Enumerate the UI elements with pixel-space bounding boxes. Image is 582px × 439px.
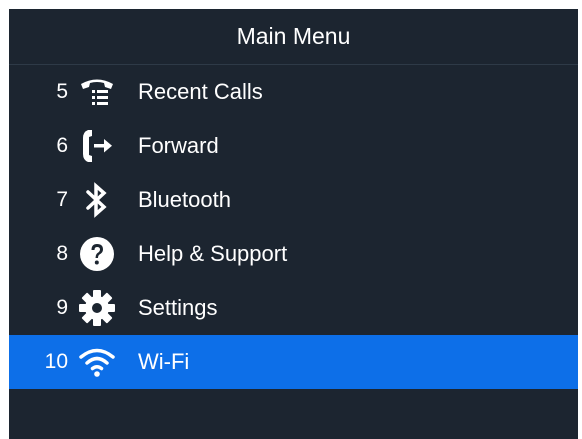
main-menu-list: 5 Recent Calls 6 Forward 7 Bluetooth 8 H…	[9, 65, 578, 389]
menu-item-number: 8	[56, 242, 68, 265]
menu-item-forward[interactable]: 6 Forward	[9, 119, 578, 173]
menu-item-label: Recent Calls	[138, 79, 263, 104]
menu-item-number: 5	[56, 80, 68, 103]
menu-item-number: 9	[56, 296, 68, 319]
menu-item-label: Settings	[138, 295, 218, 320]
recent-calls-icon	[78, 73, 116, 111]
menu-item-wifi[interactable]: 10 Wi-Fi	[9, 335, 578, 389]
menu-item-help-support[interactable]: 8 Help & Support	[9, 227, 578, 281]
menu-item-label: Bluetooth	[138, 187, 231, 212]
gear-icon	[78, 289, 116, 327]
menu-item-label: Forward	[138, 133, 219, 158]
page-title: Main Menu	[9, 9, 578, 65]
menu-item-label: Wi-Fi	[138, 349, 190, 374]
menu-item-number: 6	[56, 134, 68, 157]
menu-item-settings[interactable]: 9 Settings	[9, 281, 578, 335]
help-icon	[78, 235, 116, 273]
wifi-icon	[78, 343, 116, 381]
menu-item-number: 10	[44, 350, 68, 373]
menu-item-bluetooth[interactable]: 7 Bluetooth	[9, 173, 578, 227]
bluetooth-icon	[78, 181, 116, 219]
menu-item-number: 7	[56, 188, 68, 211]
phone-screen: Main Menu 5 Recent Calls 6 Forward 7 Blu…	[9, 9, 578, 439]
forward-icon	[78, 127, 116, 165]
menu-item-label: Help & Support	[138, 241, 288, 266]
menu-item-recent-calls[interactable]: 5 Recent Calls	[9, 65, 578, 119]
